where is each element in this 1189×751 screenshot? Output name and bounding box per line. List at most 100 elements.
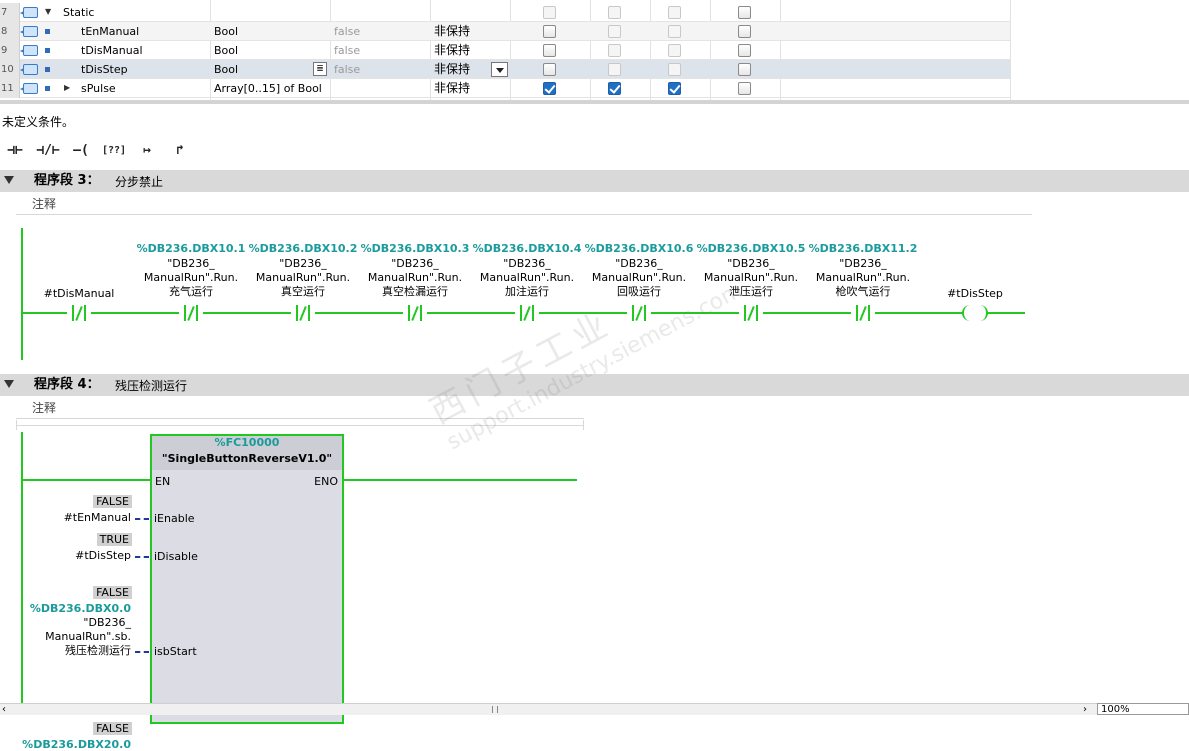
var-retain[interactable]: 非保持	[434, 79, 470, 98]
operand-address: %DB236.DBX10.1	[136, 242, 246, 255]
en-wire	[22, 479, 151, 481]
operand-name: #tEnManual	[63, 511, 131, 524]
checkbox[interactable]	[543, 6, 556, 19]
collapse-icon[interactable]: ▼	[45, 7, 51, 16]
var-retain[interactable]: 非保持	[434, 22, 470, 41]
input-pin[interactable]: iDisable	[154, 550, 198, 563]
var-default[interactable]: false	[334, 41, 360, 60]
coil-button[interactable]: –( )–	[66, 136, 96, 186]
input-pin[interactable]: isbStart	[154, 645, 197, 658]
nc-contact[interactable]	[627, 305, 651, 321]
nc-contact[interactable]	[403, 305, 427, 321]
interface-row[interactable]: 10 tDisStep Bool false 非保持 ≣	[0, 60, 1010, 79]
pin-value: FALSE	[93, 495, 132, 508]
fb-address: %FC10000	[214, 436, 280, 449]
function-block[interactable]: %FC10000 "SingleButtonReverseV1.0" EN EN…	[150, 434, 344, 724]
scroll-left-icon[interactable]: ‹	[2, 704, 6, 715]
zoom-field[interactable]: 100%	[1097, 703, 1189, 715]
row-number: 11	[0, 79, 20, 98]
var-type[interactable]: Bool	[214, 41, 238, 60]
nc-contact[interactable]	[179, 305, 203, 321]
operand-name: 加注运行	[505, 285, 549, 298]
interface-row[interactable]: 8 tEnManual Bool false 非保持	[0, 22, 1010, 41]
nc-contact[interactable]	[67, 305, 91, 321]
network-4-header[interactable]: 程序段 4： 残压检测运行	[0, 374, 1189, 396]
checkbox[interactable]	[668, 25, 681, 38]
open-branch-button[interactable]: ↦	[132, 136, 162, 164]
interface-row[interactable]: 7 ▼ Static	[0, 3, 1010, 22]
checkbox[interactable]	[738, 44, 751, 57]
operand-name: 真空运行	[281, 285, 325, 298]
collapse-icon[interactable]	[4, 176, 14, 184]
var-name[interactable]: tEnManual	[81, 22, 139, 41]
collapse-icon[interactable]	[4, 380, 14, 388]
var-name[interactable]: Static	[63, 3, 94, 22]
checkbox[interactable]	[608, 82, 621, 95]
checkbox[interactable]	[608, 25, 621, 38]
network-name[interactable]: 残压检测运行	[115, 376, 187, 396]
list-icon[interactable]: ≣	[313, 62, 327, 76]
empty-box-button[interactable]: [??]	[99, 136, 129, 164]
no-contact-button[interactable]: ⊣⊢	[0, 136, 30, 164]
var-default[interactable]: false	[334, 22, 360, 41]
network-comment[interactable]: 注释	[16, 193, 1032, 215]
scroll-right-icon[interactable]: ›	[1083, 704, 1087, 715]
var-retain[interactable]: 非保持	[434, 60, 470, 79]
var-name[interactable]: tDisManual	[81, 41, 143, 60]
operand-address: %DB236.DBX10.5	[696, 242, 806, 255]
ladder-toolbar: ⊣⊢ ⊣/⊢ –( )– [??] ↦ ↱	[0, 134, 1189, 186]
operand-name: 充气运行	[169, 285, 213, 298]
checkbox[interactable]	[668, 6, 681, 19]
operand-symbol: "DB236_	[83, 616, 131, 629]
operand-address: %DB236.DBX20.0	[22, 738, 131, 751]
operand-name: 回吸运行	[617, 285, 661, 298]
static-var-icon	[20, 64, 38, 75]
interface-row[interactable]: 9 tDisManual Bool false 非保持	[0, 41, 1010, 60]
network-title: 程序段 3：	[34, 173, 100, 188]
static-var-icon	[20, 26, 38, 37]
horizontal-scrollbar[interactable]: ‹ ›	[0, 703, 1189, 715]
nc-contact[interactable]	[739, 305, 763, 321]
checkbox[interactable]	[608, 6, 621, 19]
var-retain[interactable]: 非保持	[434, 41, 470, 60]
var-type[interactable]: Bool	[214, 22, 238, 41]
nc-contact[interactable]	[515, 305, 539, 321]
checkbox[interactable]	[608, 63, 621, 76]
var-type[interactable]: Bool	[214, 60, 238, 79]
nc-contact[interactable]	[291, 305, 315, 321]
coil[interactable]	[962, 305, 988, 321]
checkbox[interactable]	[738, 82, 751, 95]
row-number: 10	[0, 60, 20, 79]
input-pin[interactable]: iEnable	[154, 512, 195, 525]
scroll-thumb[interactable]	[492, 706, 498, 713]
checkbox[interactable]	[608, 44, 621, 57]
expand-icon[interactable]: ▶	[64, 83, 70, 92]
checkbox[interactable]	[738, 63, 751, 76]
network-3-header[interactable]: 程序段 3： 分步禁止	[0, 170, 1189, 192]
row-number: 9	[0, 41, 20, 60]
checkbox[interactable]	[668, 44, 681, 57]
checkbox[interactable]	[668, 82, 681, 95]
dropdown-button[interactable]	[491, 62, 508, 77]
var-default[interactable]: false	[334, 60, 360, 79]
checkbox[interactable]	[668, 63, 681, 76]
operand-symbol: "DB236_	[839, 257, 887, 270]
nc-contact[interactable]	[851, 305, 875, 321]
var-name[interactable]: sPulse	[81, 79, 116, 98]
checkbox[interactable]	[738, 6, 751, 19]
splitter[interactable]	[0, 100, 1189, 104]
network-title: 程序段 4：	[34, 377, 100, 392]
nc-contact-button[interactable]: ⊣/⊢	[33, 136, 63, 164]
interface-row[interactable]: 11 ▶ sPulse Array[0..15] of Bool 非保持	[0, 79, 1010, 98]
network-comment[interactable]: 注释	[16, 397, 584, 419]
checkbox[interactable]	[543, 63, 556, 76]
checkbox[interactable]	[543, 25, 556, 38]
var-type[interactable]: Array[0..15] of Bool	[214, 79, 322, 98]
close-branch-button[interactable]: ↱	[165, 136, 195, 164]
var-name[interactable]: tDisStep	[81, 60, 128, 79]
operand-name: #tDisStep	[75, 549, 131, 562]
checkbox[interactable]	[738, 25, 751, 38]
checkbox[interactable]	[543, 44, 556, 57]
checkbox[interactable]	[543, 82, 556, 95]
network-name[interactable]: 分步禁止	[115, 172, 163, 192]
